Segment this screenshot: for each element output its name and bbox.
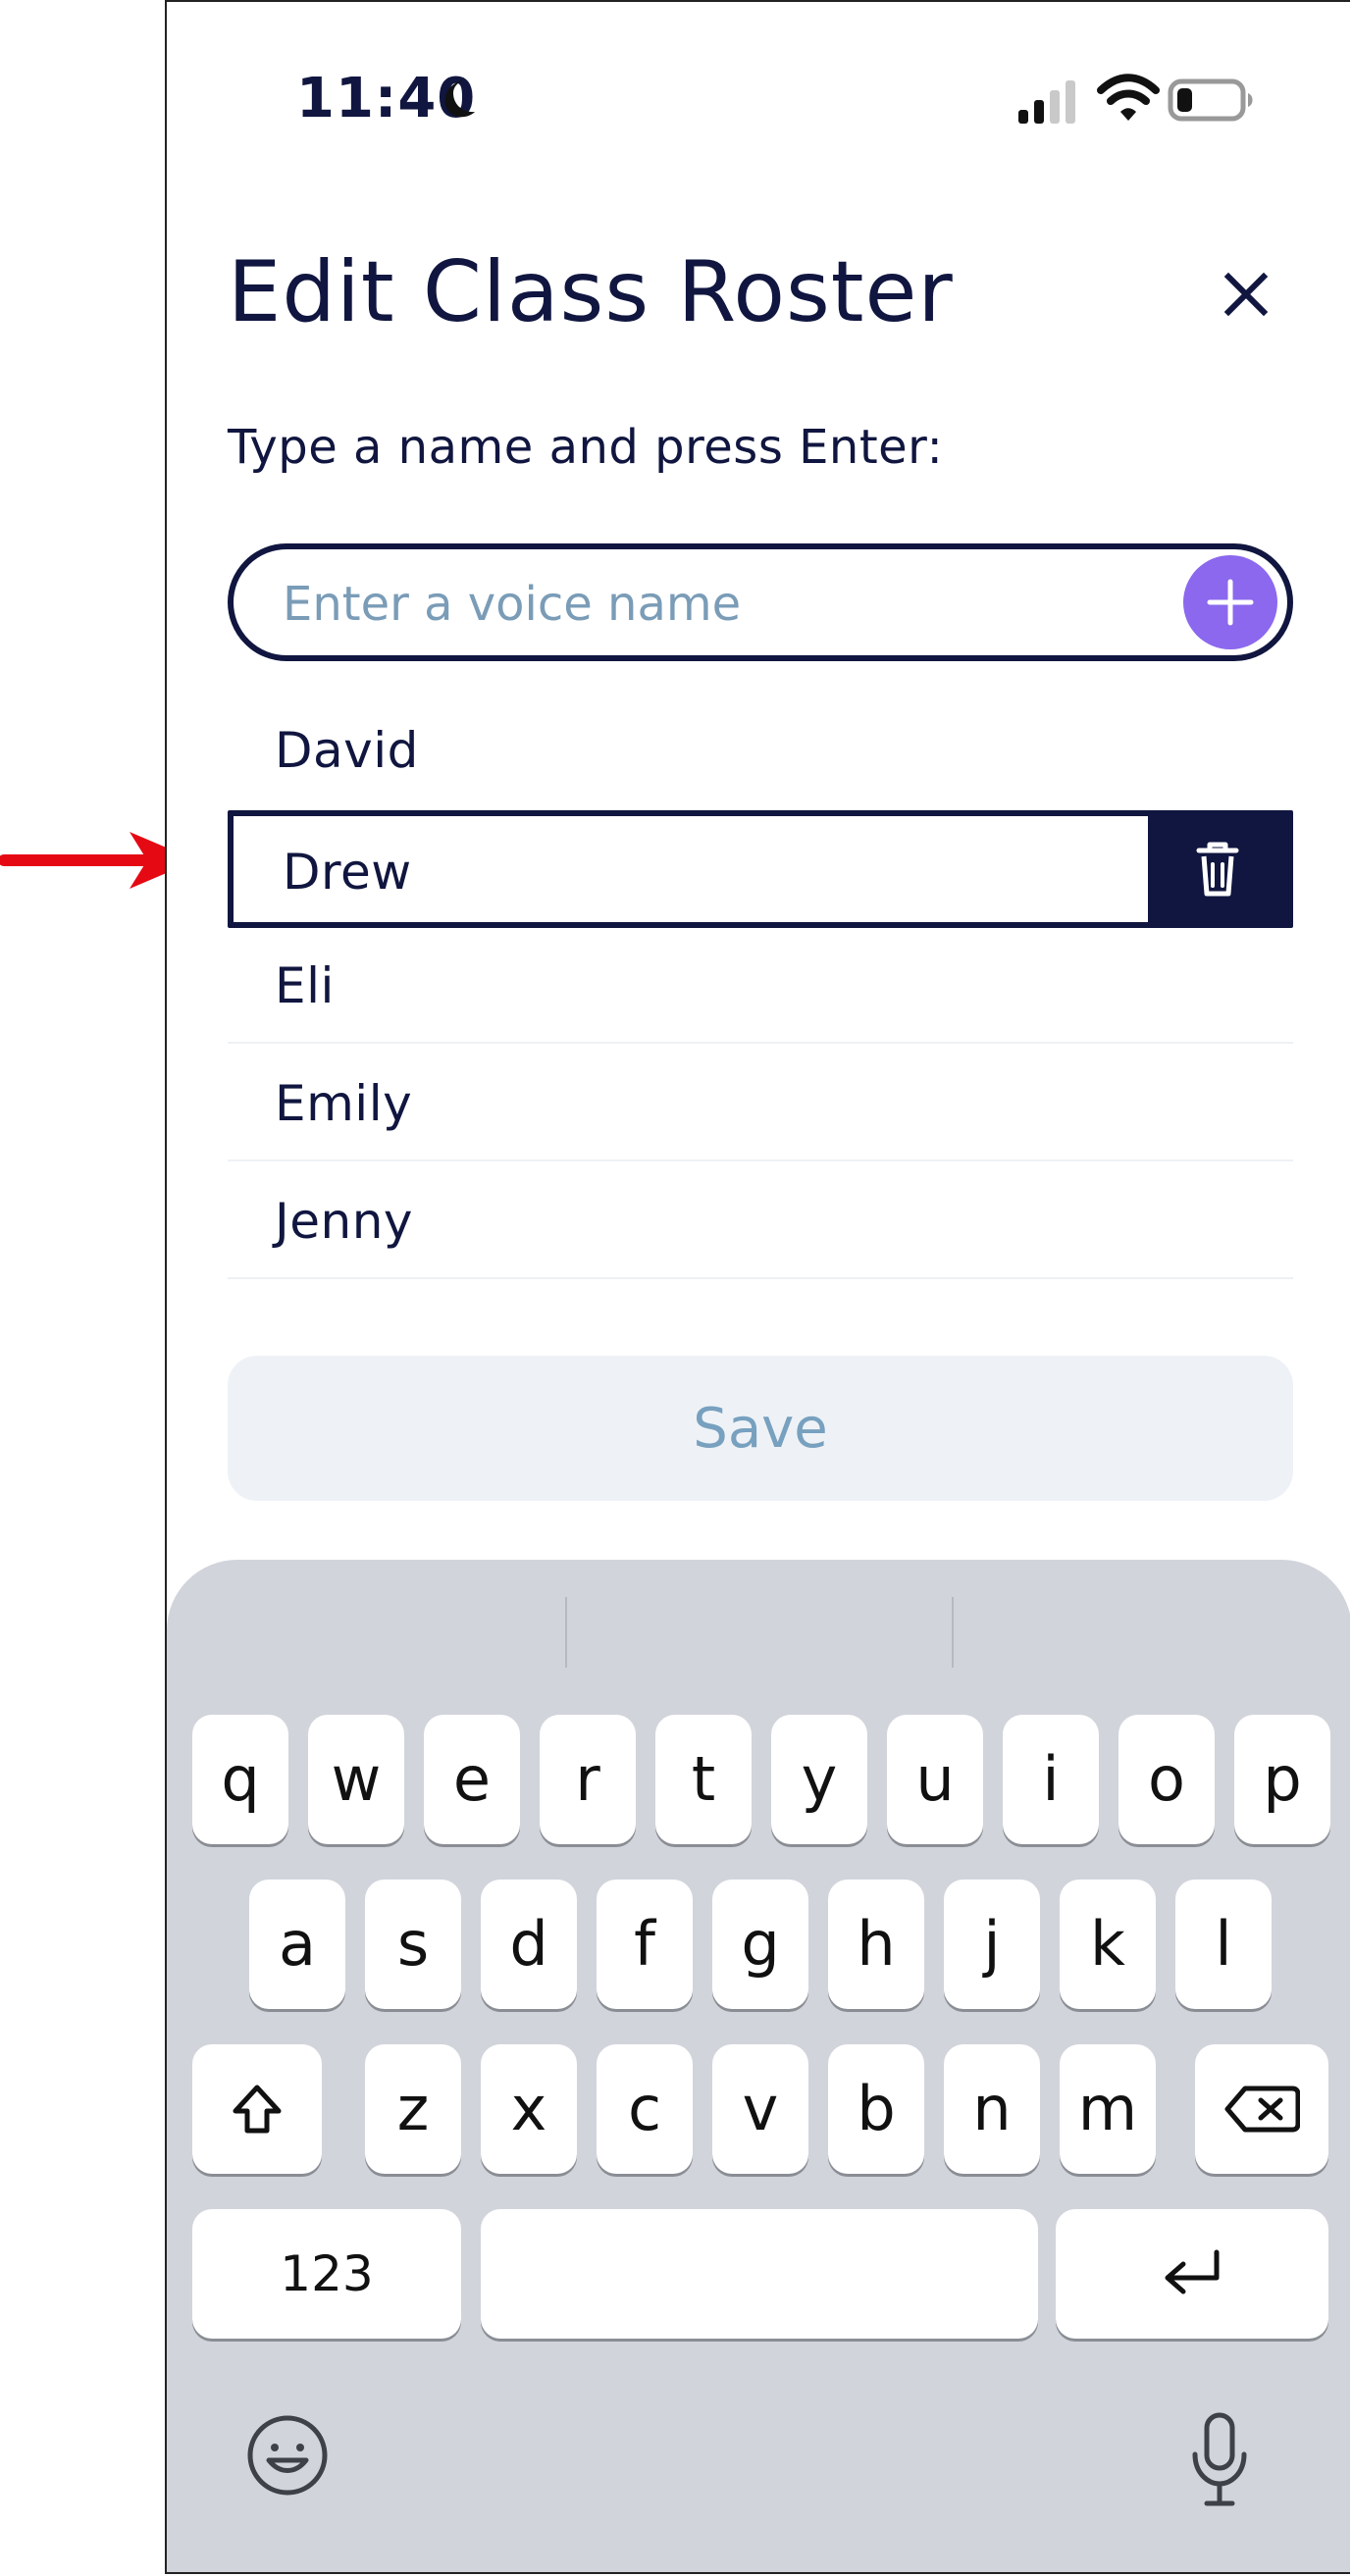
key-c[interactable]: c	[597, 2044, 693, 2174]
key-label: t	[691, 1743, 716, 1815]
key-label: i	[1042, 1743, 1060, 1815]
key-label: l	[1215, 1908, 1232, 1980]
key-j[interactable]: j	[944, 1880, 1040, 2009]
key-label: j	[983, 1908, 1001, 1980]
key-label: u	[915, 1743, 955, 1815]
battery-icon	[1168, 78, 1253, 122]
key-label: o	[1148, 1743, 1185, 1815]
close-button[interactable]	[1211, 259, 1281, 330]
add-name-button[interactable]	[1183, 555, 1277, 649]
key-label: p	[1263, 1743, 1302, 1815]
key-label: b	[857, 2073, 896, 2144]
moon-icon	[444, 80, 475, 118]
list-item-eli[interactable]: Eli	[228, 928, 1293, 1044]
instruction-text: Type a name and press Enter:	[228, 420, 944, 475]
microphone-icon[interactable]	[1185, 2411, 1254, 2509]
key-s[interactable]: s	[365, 1880, 461, 2009]
key-k[interactable]: k	[1060, 1880, 1156, 2009]
key-w[interactable]: w	[308, 1715, 404, 1844]
list-item-david[interactable]: David	[228, 693, 1293, 806]
key-label: r	[575, 1743, 600, 1815]
plus-icon	[1207, 579, 1254, 626]
return-key[interactable]	[1056, 2209, 1328, 2339]
list-item-emily[interactable]: Emily	[228, 1046, 1293, 1161]
key-label: v	[742, 2073, 779, 2144]
key-f[interactable]: f	[597, 1880, 693, 2009]
list-item-name: Drew	[283, 844, 412, 901]
key-u[interactable]: u	[887, 1715, 983, 1844]
key-t[interactable]: t	[655, 1715, 752, 1844]
roster-list: David Drew Eli Emily Jenny	[228, 693, 1293, 1281]
number-mode-label: 123	[280, 2245, 374, 2302]
voice-name-input[interactable]	[281, 569, 1148, 640]
phone-screen: 11:40 Edit Class Roster Type a name and …	[165, 0, 1350, 2574]
key-label: e	[452, 1743, 492, 1815]
key-label: c	[627, 2073, 662, 2144]
key-label: m	[1077, 2073, 1138, 2144]
page-title: Edit Class Roster	[228, 243, 954, 341]
backspace-key[interactable]	[1195, 2044, 1328, 2174]
key-l[interactable]: l	[1175, 1880, 1272, 2009]
key-a[interactable]: a	[249, 1880, 345, 2009]
key-label: a	[279, 1908, 316, 1980]
key-label: x	[510, 2073, 547, 2144]
list-item-drew-selected[interactable]: Drew	[228, 810, 1293, 928]
backspace-icon	[1224, 2086, 1300, 2133]
key-label: y	[801, 1743, 838, 1815]
key-label: n	[972, 2073, 1012, 2144]
key-r[interactable]: r	[540, 1715, 636, 1844]
key-label: w	[331, 1743, 382, 1815]
close-icon	[1223, 272, 1269, 317]
signal-icon	[1018, 80, 1075, 124]
list-item-name: David	[275, 722, 419, 779]
ios-keyboard: q w e r t y u i o p a s d f g h j k l z	[167, 1560, 1350, 2572]
key-label: q	[221, 1743, 260, 1815]
key-h[interactable]: h	[828, 1880, 924, 2009]
key-label: f	[634, 1908, 655, 1980]
key-label: h	[857, 1908, 896, 1980]
wifi-icon	[1097, 74, 1160, 121]
key-e[interactable]: e	[424, 1715, 520, 1844]
key-g[interactable]: g	[712, 1880, 808, 2009]
delete-drew-button[interactable]	[1148, 816, 1287, 922]
key-label: d	[509, 1908, 548, 1980]
shift-icon	[233, 2085, 282, 2134]
key-q[interactable]: q	[192, 1715, 288, 1844]
key-v[interactable]: v	[712, 2044, 808, 2174]
key-z[interactable]: z	[365, 2044, 461, 2174]
key-i[interactable]: i	[1003, 1715, 1099, 1844]
key-n[interactable]: n	[944, 2044, 1040, 2174]
list-item-jenny[interactable]: Jenny	[228, 1163, 1293, 1279]
key-x[interactable]: x	[481, 2044, 577, 2174]
list-item-name: Jenny	[275, 1193, 413, 1250]
key-o[interactable]: o	[1118, 1715, 1215, 1844]
space-key[interactable]: space	[481, 2209, 1038, 2339]
list-item-name: Emily	[275, 1075, 413, 1132]
key-label: s	[396, 1908, 430, 1980]
screenshot-page: 11:40 Edit Class Roster Type a name and …	[0, 0, 1352, 2576]
key-m[interactable]: m	[1060, 2044, 1156, 2174]
list-item-name: Eli	[275, 957, 335, 1014]
save-button[interactable]: Save	[228, 1356, 1293, 1501]
shift-key[interactable]	[192, 2044, 322, 2174]
space-label: space	[758, 2274, 761, 2275]
key-label: k	[1090, 1908, 1125, 1980]
return-icon	[1165, 2249, 1220, 2294]
key-b[interactable]: b	[828, 2044, 924, 2174]
trash-icon	[1196, 842, 1239, 897]
emoji-icon[interactable]	[245, 2413, 330, 2498]
key-d[interactable]: d	[481, 1880, 577, 2009]
voice-name-input-container	[228, 543, 1293, 661]
number-mode-key[interactable]: 123	[192, 2209, 461, 2339]
key-label: z	[396, 2073, 430, 2144]
key-y[interactable]: y	[771, 1715, 867, 1844]
suggestion-divider-left	[565, 1597, 567, 1668]
suggestion-divider-right	[952, 1597, 954, 1668]
key-p[interactable]: p	[1234, 1715, 1330, 1844]
key-label: g	[741, 1908, 780, 1980]
